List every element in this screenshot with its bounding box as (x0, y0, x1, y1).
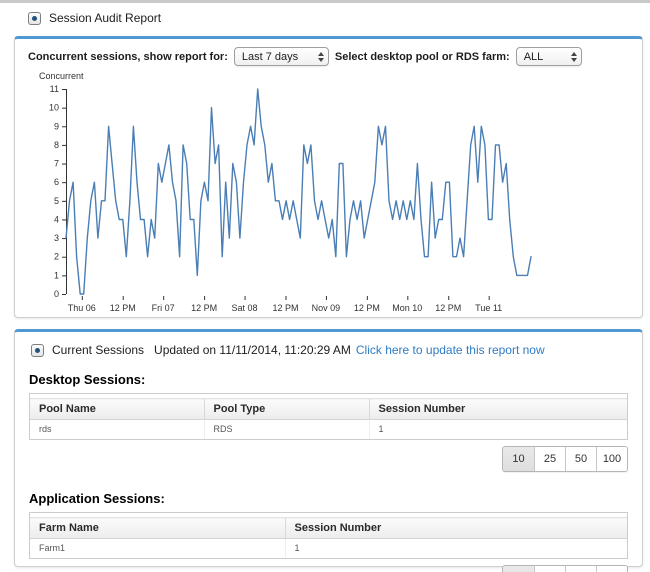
table-cell: Farm1 (39, 543, 66, 553)
svg-text:Concurrent: Concurrent (39, 71, 84, 81)
pool-filter-label: Select desktop pool or RDS farm: (334, 50, 510, 63)
application-sessions-table: Farm Name Session Number Farm1 1 (30, 517, 627, 558)
svg-text:8: 8 (54, 140, 59, 150)
svg-text:0: 0 (54, 289, 59, 299)
column-header: Farm Name (30, 517, 285, 539)
page-size-button-25[interactable]: 25 (534, 447, 565, 471)
page-size-button-100[interactable]: 100 (596, 447, 627, 471)
svg-text:10: 10 (49, 103, 59, 113)
svg-text:3: 3 (54, 233, 59, 243)
svg-text:1: 1 (54, 270, 59, 280)
svg-text:Tue 11: Tue 11 (475, 303, 502, 313)
svg-text:6: 6 (54, 177, 59, 187)
pool-select-value: ALL (523, 50, 544, 63)
report-icon (31, 343, 44, 357)
column-header: Pool Name (30, 398, 204, 420)
svg-text:Fri 07: Fri 07 (152, 303, 175, 313)
svg-text:2: 2 (54, 252, 59, 262)
page-size-button-100[interactable]: 100 (596, 566, 627, 572)
table-row: rds RDS 1 (30, 419, 627, 439)
application-sessions-table-wrap: Farm Name Session Number Farm1 1 (29, 512, 628, 559)
update-report-link[interactable]: Click here to update this report now (356, 343, 545, 357)
table-cell: rds (39, 424, 52, 434)
application-page-size-pager: 102550100 (502, 565, 628, 572)
table-cell: RDS (203, 419, 369, 439)
page-size-button-25[interactable]: 25 (534, 566, 565, 572)
page-size-button-10[interactable]: 10 (503, 447, 534, 471)
svg-text:12 PM: 12 PM (435, 303, 461, 313)
svg-text:12 PM: 12 PM (354, 303, 380, 313)
chart-panel: Concurrent sessions, show report for: La… (14, 36, 643, 318)
svg-text:12 PM: 12 PM (110, 303, 136, 313)
page-size-button-50[interactable]: 50 (565, 447, 596, 471)
svg-text:5: 5 (54, 196, 59, 206)
report-icon (28, 11, 41, 25)
desktop-sessions-table: Pool Name Pool Type Session Number rds RDS 1 (30, 398, 627, 439)
svg-text:9: 9 (54, 121, 59, 131)
desktop-pager-row: 10 25 50 100 (15, 446, 628, 472)
current-sessions-title: Current Sessions (52, 343, 145, 357)
svg-text:4: 4 (54, 214, 59, 224)
updated-timestamp: Updated on 11/11/2014, 11:20:29 AM (154, 343, 351, 357)
page-size-button-50[interactable]: 50 (565, 566, 596, 572)
column-header: Pool Type (203, 398, 369, 420)
concurrent-sessions-chart: Concurrent 0 1 2 3 4 5 6 7 8 9 10 11 Thu 06 12 PM Fri 0… (39, 71, 532, 313)
svg-text:Mon 10: Mon 10 (392, 303, 422, 313)
desktop-page-size-pager: 10 25 50 100 (502, 446, 628, 472)
period-select[interactable]: Last 7 days (233, 47, 329, 66)
page-header: Session Audit Report (0, 3, 650, 32)
column-header: Session Number (284, 517, 627, 539)
select-arrows-icon (317, 51, 324, 62)
svg-text:12 PM: 12 PM (272, 303, 298, 313)
svg-text:Sat 08: Sat 08 (232, 303, 258, 313)
desktop-sessions-table-wrap: Pool Name Pool Type Session Number rds RDS 1 (29, 393, 628, 440)
current-sessions-panel: Current Sessions Updated on 11/11/2014, … (14, 329, 643, 572)
svg-text:Thu 06: Thu 06 (68, 303, 96, 313)
table-row: Farm1 1 (30, 538, 627, 558)
svg-text:Nov 09: Nov 09 (312, 303, 341, 313)
current-sessions-header: Current Sessions Updated on 11/11/2014, … (15, 332, 642, 357)
application-sessions-heading: Application Sessions: (29, 491, 165, 506)
svg-text:11: 11 (50, 84, 59, 94)
pool-select[interactable]: ALL (515, 47, 582, 66)
column-header: Session Number (368, 398, 627, 420)
table-cell: 1 (284, 538, 627, 558)
period-select-value: Last 7 days (241, 50, 299, 63)
svg-text:12 PM: 12 PM (191, 303, 217, 313)
select-arrows-icon (570, 51, 577, 62)
period-filter-label: Concurrent sessions, show report for: (28, 50, 228, 63)
svg-text:7: 7 (54, 159, 59, 169)
desktop-sessions-heading: Desktop Sessions: (29, 372, 146, 387)
table-cell: 1 (368, 419, 627, 439)
page-title: Session Audit Report (49, 11, 162, 25)
chart-toolbar: Concurrent sessions, show report for: La… (15, 39, 642, 66)
page-size-button-10[interactable]: 10 (503, 566, 534, 572)
application-pager-row: 102550100 (15, 565, 628, 572)
